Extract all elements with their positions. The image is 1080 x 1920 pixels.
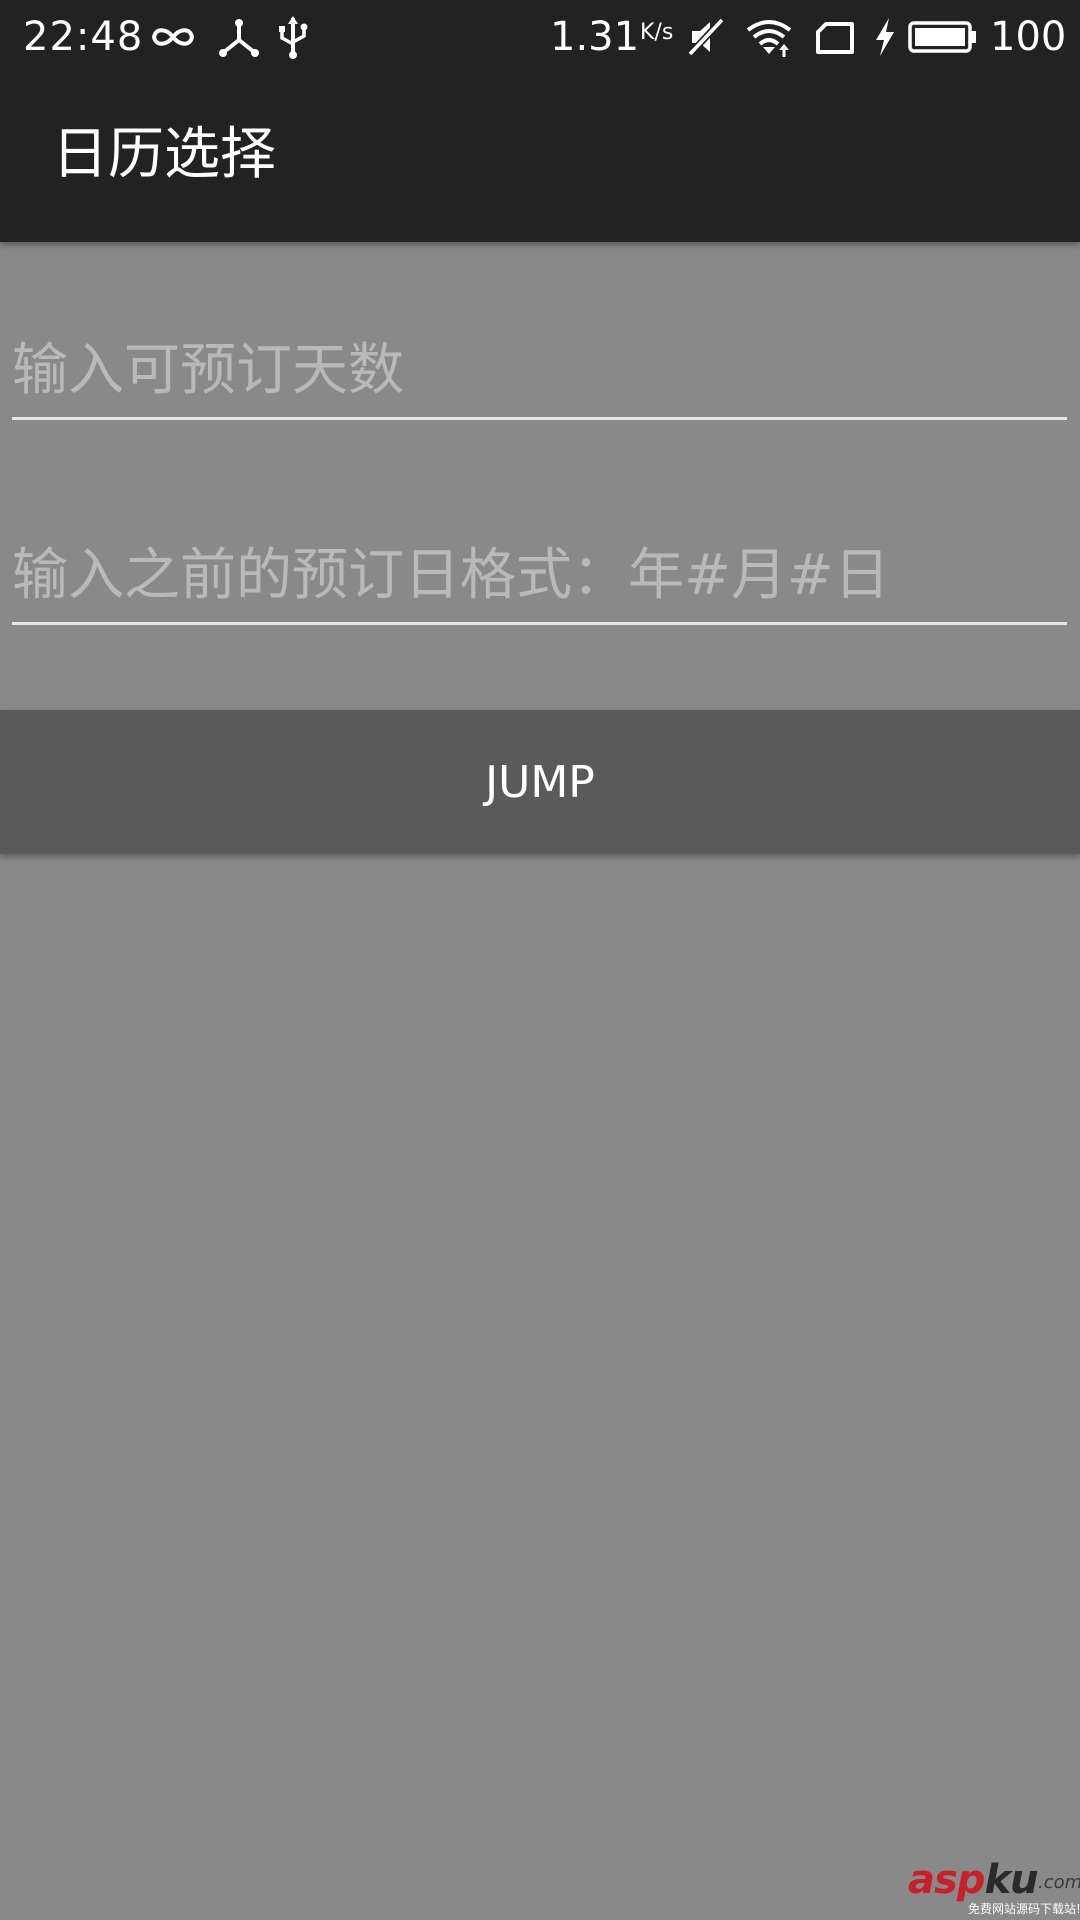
status-bar: 22:48 1.31 K/s 100 [0, 0, 1080, 75]
status-time: 22:48 [23, 14, 144, 60]
mute-icon [687, 17, 725, 57]
jump-button[interactable]: JUMP [0, 710, 1080, 854]
watermark-text: aspku [908, 1857, 1039, 1903]
page-title: 日历选择 [52, 122, 276, 187]
battery-percent: 100 [990, 14, 1067, 60]
network-speed-unit: K/s [640, 20, 674, 45]
previous-date-input[interactable] [12, 535, 1067, 615]
wifi-icon [746, 20, 792, 57]
days-input[interactable] [12, 330, 1067, 410]
network-speed-value: 1.31 [550, 14, 640, 60]
sim-card-icon [816, 22, 854, 54]
charging-icon [876, 18, 894, 56]
watermark-tagline: 免费网站源码下载站! [968, 1902, 1080, 1916]
days-input-underline [12, 417, 1067, 420]
infinity-icon [151, 28, 195, 46]
share-network-icon [219, 19, 259, 57]
watermark-suffix: .com [1038, 1872, 1080, 1893]
previous-date-input-field [12, 535, 1067, 625]
battery-icon [908, 21, 976, 53]
previous-date-input-underline [12, 622, 1067, 625]
days-input-field [12, 330, 1067, 420]
usb-icon [279, 16, 308, 59]
watermark-logo: aspku .com 免费网站源码下载站! [908, 1857, 1080, 1916]
app-bar: 日历选择 [0, 75, 1080, 242]
